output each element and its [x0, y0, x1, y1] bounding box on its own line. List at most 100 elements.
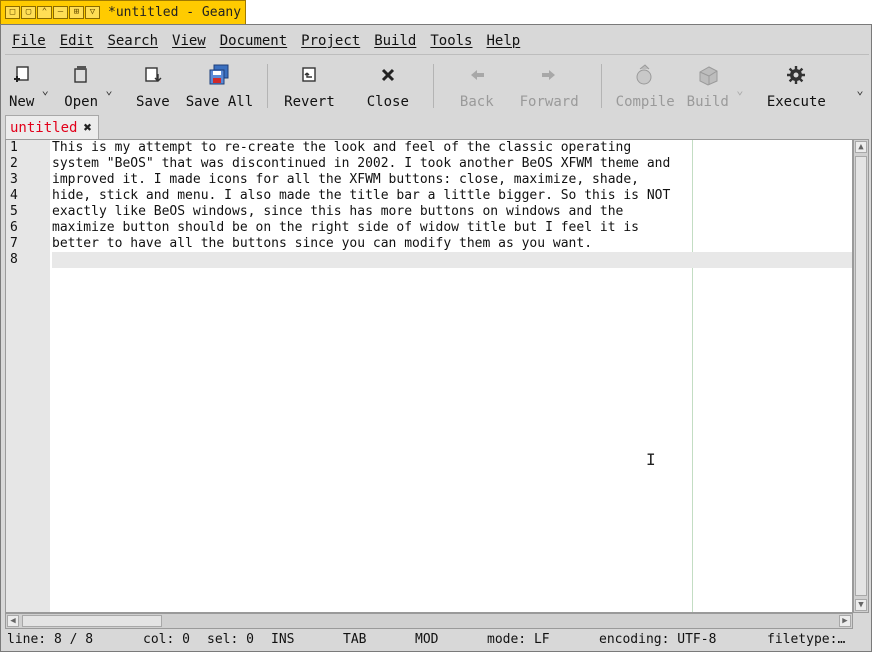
tab-close-icon[interactable]: ✖: [83, 120, 91, 136]
revert-label: Revert: [284, 94, 335, 110]
code-area[interactable]: This is my attempt to re-create the look…: [52, 140, 852, 268]
toolbar-overflow-chevron-icon[interactable]: ⌄: [851, 58, 869, 114]
window-title: *untitled - Geany: [108, 5, 242, 20]
text-cursor-icon: I: [646, 450, 656, 469]
menu-document[interactable]: Document: [213, 33, 294, 49]
menu-file[interactable]: File: [5, 33, 53, 49]
hide-button[interactable]: —: [53, 6, 68, 19]
desktop-background: [246, 0, 872, 24]
menu-bar: File Edit Search View Document Project B…: [5, 27, 869, 55]
status-sel: sel: 0: [207, 632, 254, 647]
save-label: Save: [136, 94, 170, 110]
toolbar: New ⌄ Open ⌄ Save Save All Revert Close …: [5, 58, 869, 114]
text-line[interactable]: hide, stick and menu. I also made the ti…: [52, 188, 852, 204]
build-button[interactable]: Build: [681, 58, 731, 114]
status-mode: mode: LF: [487, 632, 550, 647]
forward-button[interactable]: Forward: [512, 58, 595, 114]
close-button[interactable]: Close: [353, 58, 427, 114]
status-ins: INS: [271, 632, 295, 647]
new-file-icon: [11, 64, 33, 86]
line-number: 6: [10, 220, 18, 235]
open-file-icon: [70, 64, 92, 86]
horizontal-scrollbar[interactable]: ◀ ▶: [5, 613, 853, 629]
new-button[interactable]: New: [5, 58, 36, 114]
status-col: col: 0: [143, 632, 190, 647]
tab-untitled[interactable]: untitled ✖: [5, 115, 99, 139]
open-dropdown-chevron-icon[interactable]: ⌄: [100, 58, 118, 114]
revert-button[interactable]: Revert: [274, 58, 353, 114]
save-all-button[interactable]: Save All: [178, 58, 261, 114]
stick-button[interactable]: ▢: [21, 6, 36, 19]
scroll-up-arrow-icon[interactable]: ▲: [855, 141, 867, 153]
status-filetype: filetype:…: [767, 632, 846, 647]
status-bar: line: 8 / 8 col: 0 sel: 0 INS TAB MOD mo…: [5, 629, 869, 651]
current-line[interactable]: [52, 252, 852, 268]
maximize-button[interactable]: ⊞: [69, 6, 84, 19]
line-number: 5: [10, 204, 18, 219]
menu-build[interactable]: Build: [367, 33, 423, 49]
execute-label: Execute: [766, 94, 826, 110]
compile-icon: [634, 64, 656, 86]
new-dropdown-chevron-icon[interactable]: ⌄: [36, 58, 54, 114]
open-label: Open: [64, 94, 99, 110]
menu-project[interactable]: Project: [294, 33, 367, 49]
close-icon: [377, 64, 399, 86]
line-number-gutter: 1 2 3 4 5 6 7 8: [6, 140, 50, 612]
gear-icon: [785, 64, 807, 86]
text-line[interactable]: system "BeOS" that was discontinued in 2…: [52, 156, 852, 172]
forward-arrow-icon: [538, 64, 560, 86]
save-icon: [142, 64, 164, 86]
build-dropdown-chevron-icon[interactable]: ⌄: [731, 58, 749, 114]
build-label: Build: [686, 94, 729, 110]
document-tabs: untitled ✖: [5, 115, 869, 139]
vertical-scroll-thumb[interactable]: [855, 156, 867, 596]
line-number: 8: [10, 252, 18, 267]
text-line[interactable]: maximize button should be on the right s…: [52, 220, 852, 236]
text-editor[interactable]: 1 2 3 4 5 6 7 8 This is my attempt to re…: [5, 139, 853, 613]
scroll-left-arrow-icon[interactable]: ◀: [7, 615, 19, 627]
menu-tools[interactable]: Tools: [423, 33, 479, 49]
geany-window: File Edit Search View Document Project B…: [0, 24, 872, 652]
save-all-icon: [208, 64, 230, 86]
line-number: 3: [10, 172, 18, 187]
menu-help[interactable]: Help: [480, 33, 528, 49]
status-mod: MOD: [415, 632, 439, 647]
line-number: 7: [10, 236, 18, 251]
text-line[interactable]: exactly like BeOS windows, since this ha…: [52, 204, 852, 220]
toolbar-separator: [267, 64, 269, 108]
status-tab: TAB: [343, 632, 367, 647]
window-controls: □ ▢ ⌃ — ⊞ ▽: [5, 6, 100, 19]
window-title-tab[interactable]: □ ▢ ⌃ — ⊞ ▽ *untitled - Geany: [0, 0, 246, 24]
text-line[interactable]: improved it. I made icons for all the XF…: [52, 172, 852, 188]
save-button[interactable]: Save: [118, 58, 178, 114]
back-button[interactable]: Back: [440, 58, 512, 114]
vertical-scrollbar[interactable]: ▲ ▼: [853, 139, 869, 613]
close-window-button[interactable]: ▽: [85, 6, 100, 19]
back-label: Back: [459, 94, 494, 110]
open-button[interactable]: Open: [54, 58, 100, 114]
compile-label: Compile: [615, 94, 675, 110]
status-line: line: 8 / 8: [7, 632, 94, 647]
text-line[interactable]: This is my attempt to re-create the look…: [52, 140, 852, 156]
close-label: Close: [366, 94, 409, 110]
menu-edit[interactable]: Edit: [53, 33, 101, 49]
text-line[interactable]: better to have all the buttons since you…: [52, 236, 852, 252]
toolbar-separator: [432, 64, 434, 108]
shade-button[interactable]: ⌃: [37, 6, 52, 19]
menu-view[interactable]: View: [165, 33, 213, 49]
save-all-label: Save All: [185, 94, 254, 110]
scroll-down-arrow-icon[interactable]: ▼: [855, 599, 867, 611]
forward-label: Forward: [519, 94, 579, 110]
toolbar-separator: [600, 64, 602, 108]
horizontal-scroll-thumb[interactable]: [22, 615, 162, 627]
new-label: New: [9, 94, 35, 110]
revert-icon: [298, 64, 320, 86]
menu-search[interactable]: Search: [100, 33, 165, 49]
execute-button[interactable]: Execute: [749, 58, 834, 114]
tab-label: untitled: [10, 119, 78, 136]
menu-button[interactable]: □: [5, 6, 20, 19]
line-number: 1: [10, 140, 18, 155]
compile-button[interactable]: Compile: [608, 58, 681, 114]
scroll-right-arrow-icon[interactable]: ▶: [839, 615, 851, 627]
line-number: 4: [10, 188, 18, 203]
